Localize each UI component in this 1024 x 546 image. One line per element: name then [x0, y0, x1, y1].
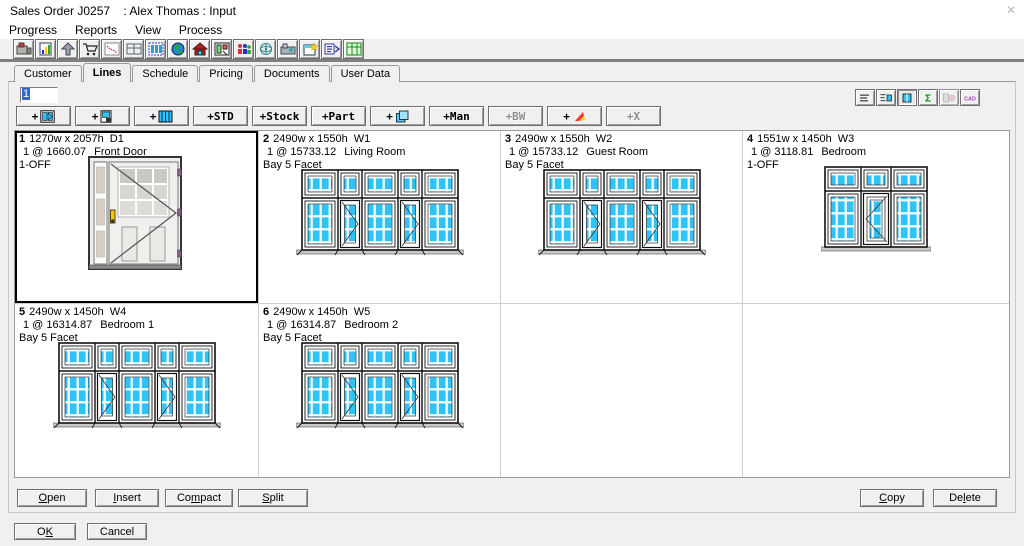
report-chart-icon[interactable]: [35, 39, 56, 59]
grid-icon: [158, 110, 173, 123]
ok-button[interactable]: OK: [14, 523, 76, 540]
line-item-3[interactable]: 32490w x 1550hW2 1 @ 15733.12Guest Room …: [501, 131, 743, 304]
svg-text:Σ: Σ: [925, 93, 931, 104]
insert-button[interactable]: Insert: [95, 489, 159, 507]
batch-icon[interactable]: [145, 39, 166, 59]
add-part-button[interactable]: +Part: [311, 106, 366, 126]
query-icon[interactable]: [321, 39, 342, 59]
network-icon[interactable]: [255, 39, 276, 59]
line-item-4[interactable]: 41551w x 1450hW3 1 @ 3118.81Bedroom 1-OF…: [743, 131, 1009, 304]
main-toolbar: [0, 39, 1024, 59]
close-icon[interactable]: ✕: [1006, 3, 1016, 17]
line-item-1[interactable]: 11270w x 2057hD1 1 @ 1660.07Front Door 1…: [15, 131, 259, 304]
bay-window-drawing: [259, 168, 500, 256]
cancel-button[interactable]: Cancel: [87, 523, 147, 540]
add-flag-button[interactable]: +: [547, 106, 602, 126]
world-icon[interactable]: [167, 39, 188, 59]
add-stock-button[interactable]: +Stock: [252, 106, 307, 126]
window-title: Sales Order J0257 : Alex Thomas : Input: [10, 4, 236, 18]
menu-view[interactable]: View: [126, 22, 170, 39]
frame-icon: [40, 110, 55, 123]
tab-customer[interactable]: Customer: [14, 65, 82, 82]
tab-lines[interactable]: Lines: [83, 63, 132, 82]
tab-schedule[interactable]: Schedule: [132, 65, 198, 82]
flag-icon: [572, 110, 586, 123]
line-item-2[interactable]: 22490w x 1550hW1 1 @ 15733.12Living Room…: [259, 131, 501, 304]
bay-window-drawing: [15, 341, 258, 429]
home-icon[interactable]: [189, 39, 210, 59]
tab-documents[interactable]: Documents: [254, 65, 330, 82]
bay-window-drawing: [259, 341, 500, 429]
open-button[interactable]: Open: [17, 489, 87, 507]
door-drawing: [15, 155, 258, 273]
menu-bar: Progress Reports View Process: [0, 22, 1024, 39]
machining-icon[interactable]: [277, 39, 298, 59]
bay-window-drawing: [501, 168, 742, 256]
glass-icon: [395, 110, 409, 123]
menu-progress[interactable]: Progress: [0, 22, 66, 39]
tally-icon: [939, 89, 959, 106]
production-icon[interactable]: [13, 39, 34, 59]
toolbar-divider: [0, 59, 1024, 62]
empty-cell[interactable]: [743, 304, 1009, 477]
view-buttons-row: Σ CAD: [855, 89, 981, 106]
menu-reports[interactable]: Reports: [66, 22, 126, 39]
menu-process[interactable]: Process: [170, 22, 231, 39]
upload-icon[interactable]: [57, 39, 78, 59]
tab-user-data[interactable]: User Data: [331, 65, 401, 82]
tab-strip: Customer Lines Schedule Pricing Document…: [14, 63, 401, 82]
add-man-button[interactable]: +Man: [429, 106, 484, 126]
compact-button[interactable]: Compact: [165, 489, 233, 507]
delete-button[interactable]: Delete: [933, 489, 997, 507]
list-view-icon[interactable]: [855, 89, 875, 106]
sash-icon: [100, 110, 113, 123]
add-bw-button: +BW: [488, 106, 543, 126]
empty-cell[interactable]: [501, 304, 743, 477]
table-icon[interactable]: [123, 39, 144, 59]
line-item-5[interactable]: 52490w x 1450hW4 1 @ 16314.87Bedroom 1 B…: [15, 304, 259, 477]
add-frame-button[interactable]: +: [16, 106, 71, 126]
line-number-value: 1: [22, 88, 30, 100]
new-window-icon[interactable]: [299, 39, 320, 59]
add-x-button: +X: [606, 106, 661, 126]
add-std-button[interactable]: +STD: [193, 106, 248, 126]
split-button[interactable]: Split: [238, 489, 308, 507]
add-glass-button[interactable]: +: [370, 106, 425, 126]
sum-icon[interactable]: Σ: [918, 89, 938, 106]
stock-icon[interactable]: [343, 39, 364, 59]
picture-view-icon[interactable]: [897, 89, 917, 106]
add-buttons-row: + + + +STD +Stock +Part + +Man +BW + +X: [16, 106, 665, 126]
cad-icon[interactable]: CAD: [960, 89, 980, 106]
line-number-input[interactable]: 1: [20, 87, 58, 103]
copy-button[interactable]: Copy: [860, 489, 924, 507]
lines-grid: 11270w x 2057hD1 1 @ 1660.07Front Door 1…: [14, 130, 1010, 478]
list-picture-view-icon[interactable]: [876, 89, 896, 106]
users-icon[interactable]: [233, 39, 254, 59]
tab-pricing[interactable]: Pricing: [199, 65, 253, 82]
add-grid-button[interactable]: +: [134, 106, 189, 126]
purchase-cart-icon[interactable]: [79, 39, 100, 59]
title-bar: Sales Order J0257 : Alex Thomas : Input …: [0, 0, 1024, 22]
survey-icon[interactable]: [211, 39, 232, 59]
line-item-6[interactable]: 62490w x 1450hW5 1 @ 16314.87Bedroom 2 B…: [259, 304, 501, 477]
progress-chart-icon[interactable]: [101, 39, 122, 59]
svg-text:CAD: CAD: [964, 96, 976, 102]
window-drawing: [743, 165, 1009, 253]
add-sash-button[interactable]: +: [75, 106, 130, 126]
